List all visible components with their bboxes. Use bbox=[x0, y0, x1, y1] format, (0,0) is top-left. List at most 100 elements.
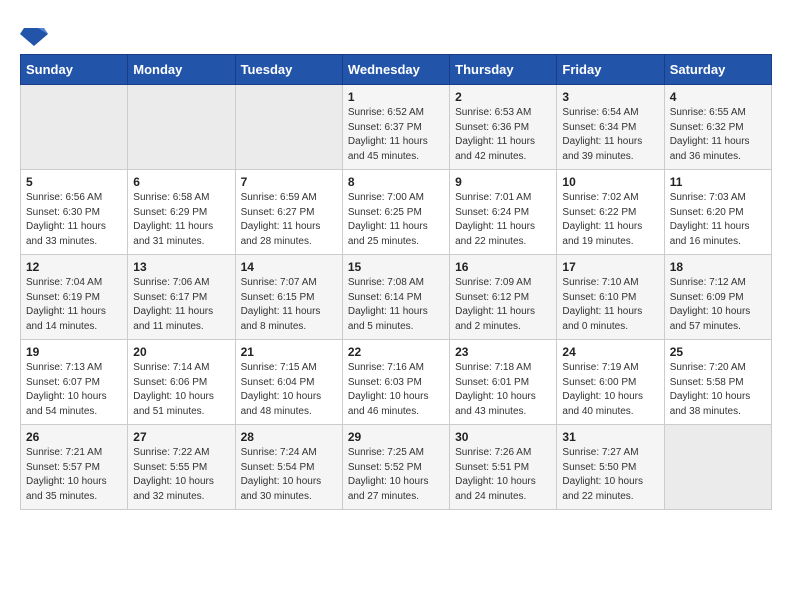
day-info: Sunrise: 7:24 AM Sunset: 5:54 PM Dayligh… bbox=[241, 446, 337, 504]
calendar-day: 17 Sunrise: 7:10 AM Sunset: 6:10 PM Dayli… bbox=[557, 255, 664, 340]
day-info: Sunrise: 7:26 AM Sunset: 5:51 PM Dayligh… bbox=[455, 446, 551, 504]
calendar-day: 30Sunrise: 7:26 AM Sunset: 5:51 PM Dayli… bbox=[450, 425, 557, 510]
calendar-day: 31 Sunrise: 7:27 AM Sunset: 5:50 PM Dayli… bbox=[557, 425, 664, 510]
day-info: Sunrise: 7:08 AM Sunset: 6:14 PM Dayligh… bbox=[348, 276, 444, 334]
day-number: 8 bbox=[348, 175, 444, 189]
day-info: Sunrise: 7:22 AM Sunset: 5:55 PM Dayligh… bbox=[133, 446, 229, 504]
day-info: Sunrise: 7:16 AM Sunset: 6:03 PM Dayligh… bbox=[348, 361, 444, 419]
day-info: Sunrise: 7:14 AM Sunset: 6:06 PM Dayligh… bbox=[133, 361, 229, 419]
calendar-day: 3Sunrise: 6:54 AM Sunset: 6:34 PM Daylig… bbox=[557, 85, 664, 170]
calendar-day bbox=[235, 85, 342, 170]
day-number: 14 bbox=[241, 260, 337, 274]
calendar-body: 1Sunrise: 6:52 AM Sunset: 6:37 PM Daylig… bbox=[21, 85, 772, 510]
day-info: Sunrise: 7:19 AM Sunset: 6:00 PM Dayligh… bbox=[562, 361, 658, 419]
day-info: Sunrise: 7:00 AM Sunset: 6:25 PM Dayligh… bbox=[348, 191, 444, 249]
calendar-day: 2Sunrise: 6:53 AM Sunset: 6:36 PM Daylig… bbox=[450, 85, 557, 170]
day-info: Sunrise: 7:09 AM Sunset: 6:12 PM Dayligh… bbox=[455, 276, 551, 334]
calendar-day bbox=[664, 425, 771, 510]
day-number: 28 bbox=[241, 430, 337, 444]
day-info: Sunrise: 7:21 AM Sunset: 5:57 PM Dayligh… bbox=[26, 446, 122, 504]
day-number: 25 bbox=[670, 345, 766, 359]
calendar-day: 19 Sunrise: 7:13 AM Sunset: 6:07 PM Dayli… bbox=[21, 340, 128, 425]
weekday-header-row: SundayMondayTuesdayWednesdayThursdayFrid… bbox=[21, 55, 772, 85]
day-info: Sunrise: 7:02 AM Sunset: 6:22 PM Dayligh… bbox=[562, 191, 658, 249]
day-number: 6 bbox=[133, 175, 229, 189]
day-number: 22 bbox=[348, 345, 444, 359]
day-info: Sunrise: 7:07 AM Sunset: 6:15 PM Dayligh… bbox=[241, 276, 337, 334]
calendar-day: 13 Sunrise: 7:06 AM Sunset: 6:17 PM Dayli… bbox=[128, 255, 235, 340]
day-info: Sunrise: 7:12 AM Sunset: 6:09 PM Dayligh… bbox=[670, 276, 766, 334]
day-info: Sunrise: 6:56 AM Sunset: 6:30 PM Dayligh… bbox=[26, 191, 122, 249]
day-number: 31 bbox=[562, 430, 658, 444]
day-info: Sunrise: 7:10 AM Sunset: 6:10 PM Dayligh… bbox=[562, 276, 658, 334]
day-number: 10 bbox=[562, 175, 658, 189]
day-number: 12 bbox=[26, 260, 122, 274]
calendar-week-2: 5 Sunrise: 6:56 AM Sunset: 6:30 PM Daylig… bbox=[21, 170, 772, 255]
logo-text bbox=[20, 20, 48, 44]
day-info: Sunrise: 7:13 AM Sunset: 6:07 PM Dayligh… bbox=[26, 361, 122, 419]
day-info: Sunrise: 6:55 AM Sunset: 6:32 PM Dayligh… bbox=[670, 106, 766, 164]
day-number: 13 bbox=[133, 260, 229, 274]
weekday-header-friday: Friday bbox=[557, 55, 664, 85]
calendar-day: 25 Sunrise: 7:20 AM Sunset: 5:58 PM Dayli… bbox=[664, 340, 771, 425]
day-info: Sunrise: 7:15 AM Sunset: 6:04 PM Dayligh… bbox=[241, 361, 337, 419]
day-number: 2 bbox=[455, 90, 551, 104]
logo-icon bbox=[20, 20, 48, 48]
calendar-header: SundayMondayTuesdayWednesdayThursdayFrid… bbox=[21, 55, 772, 85]
day-number: 24 bbox=[562, 345, 658, 359]
calendar-day: 10 Sunrise: 7:02 AM Sunset: 6:22 PM Dayli… bbox=[557, 170, 664, 255]
calendar-day: 4 Sunrise: 6:55 AM Sunset: 6:32 PM Daylig… bbox=[664, 85, 771, 170]
page-header bbox=[20, 20, 772, 44]
day-number: 19 bbox=[26, 345, 122, 359]
day-number: 4 bbox=[670, 90, 766, 104]
calendar-day: 7 Sunrise: 6:59 AM Sunset: 6:27 PM Daylig… bbox=[235, 170, 342, 255]
weekday-header-thursday: Thursday bbox=[450, 55, 557, 85]
calendar-day: 21Sunrise: 7:15 AM Sunset: 6:04 PM Dayli… bbox=[235, 340, 342, 425]
day-number: 27 bbox=[133, 430, 229, 444]
day-number: 9 bbox=[455, 175, 551, 189]
calendar-table: SundayMondayTuesdayWednesdayThursdayFrid… bbox=[20, 54, 772, 510]
day-info: Sunrise: 7:18 AM Sunset: 6:01 PM Dayligh… bbox=[455, 361, 551, 419]
day-info: Sunrise: 7:27 AM Sunset: 5:50 PM Dayligh… bbox=[562, 446, 658, 504]
day-number: 26 bbox=[26, 430, 122, 444]
day-info: Sunrise: 7:20 AM Sunset: 5:58 PM Dayligh… bbox=[670, 361, 766, 419]
weekday-header-saturday: Saturday bbox=[664, 55, 771, 85]
day-info: Sunrise: 6:59 AM Sunset: 6:27 PM Dayligh… bbox=[241, 191, 337, 249]
weekday-header-wednesday: Wednesday bbox=[342, 55, 449, 85]
day-number: 7 bbox=[241, 175, 337, 189]
day-number: 29 bbox=[348, 430, 444, 444]
calendar-day: 20 Sunrise: 7:14 AM Sunset: 6:06 PM Dayli… bbox=[128, 340, 235, 425]
calendar-day: 6 Sunrise: 6:58 AM Sunset: 6:29 PM Daylig… bbox=[128, 170, 235, 255]
day-number: 23 bbox=[455, 345, 551, 359]
calendar-week-4: 19 Sunrise: 7:13 AM Sunset: 6:07 PM Dayli… bbox=[21, 340, 772, 425]
calendar-day: 27 Sunrise: 7:22 AM Sunset: 5:55 PM Dayli… bbox=[128, 425, 235, 510]
calendar-week-5: 26 Sunrise: 7:21 AM Sunset: 5:57 PM Dayli… bbox=[21, 425, 772, 510]
weekday-header-tuesday: Tuesday bbox=[235, 55, 342, 85]
calendar-day: 22 Sunrise: 7:16 AM Sunset: 6:03 PM Dayli… bbox=[342, 340, 449, 425]
calendar-day: 14 Sunrise: 7:07 AM Sunset: 6:15 PM Dayli… bbox=[235, 255, 342, 340]
day-info: Sunrise: 7:06 AM Sunset: 6:17 PM Dayligh… bbox=[133, 276, 229, 334]
day-number: 17 bbox=[562, 260, 658, 274]
logo bbox=[20, 20, 48, 44]
calendar-day: 26 Sunrise: 7:21 AM Sunset: 5:57 PM Dayli… bbox=[21, 425, 128, 510]
calendar-day: 23 Sunrise: 7:18 AM Sunset: 6:01 PM Dayli… bbox=[450, 340, 557, 425]
day-number: 16 bbox=[455, 260, 551, 274]
day-info: Sunrise: 7:04 AM Sunset: 6:19 PM Dayligh… bbox=[26, 276, 122, 334]
day-info: Sunrise: 7:01 AM Sunset: 6:24 PM Dayligh… bbox=[455, 191, 551, 249]
calendar-week-3: 12 Sunrise: 7:04 AM Sunset: 6:19 PM Dayli… bbox=[21, 255, 772, 340]
calendar-day: 9 Sunrise: 7:01 AM Sunset: 6:24 PM Daylig… bbox=[450, 170, 557, 255]
weekday-header-monday: Monday bbox=[128, 55, 235, 85]
day-number: 5 bbox=[26, 175, 122, 189]
calendar-day: 12 Sunrise: 7:04 AM Sunset: 6:19 PM Dayli… bbox=[21, 255, 128, 340]
calendar-day bbox=[128, 85, 235, 170]
day-info: Sunrise: 6:52 AM Sunset: 6:37 PM Dayligh… bbox=[348, 106, 444, 164]
day-number: 11 bbox=[670, 175, 766, 189]
calendar-day: 29 Sunrise: 7:25 AM Sunset: 5:52 PM Dayli… bbox=[342, 425, 449, 510]
day-info: Sunrise: 6:54 AM Sunset: 6:34 PM Dayligh… bbox=[562, 106, 658, 164]
calendar-day: 1Sunrise: 6:52 AM Sunset: 6:37 PM Daylig… bbox=[342, 85, 449, 170]
calendar-day bbox=[21, 85, 128, 170]
day-info: Sunrise: 6:58 AM Sunset: 6:29 PM Dayligh… bbox=[133, 191, 229, 249]
day-info: Sunrise: 7:25 AM Sunset: 5:52 PM Dayligh… bbox=[348, 446, 444, 504]
day-number: 20 bbox=[133, 345, 229, 359]
day-number: 18 bbox=[670, 260, 766, 274]
